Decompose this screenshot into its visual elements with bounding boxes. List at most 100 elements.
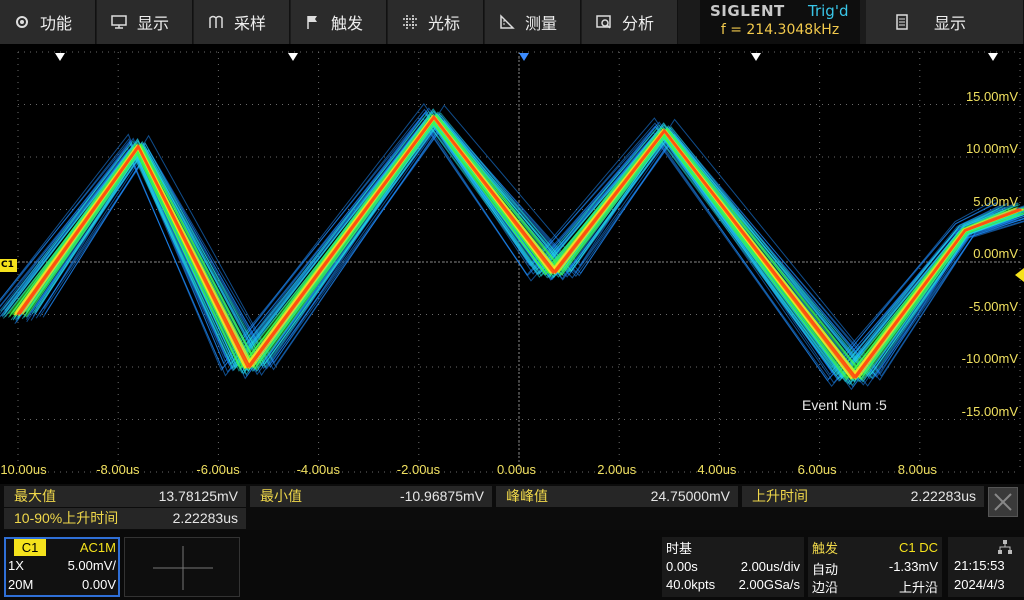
- brand-logo: SIGLENT: [710, 2, 785, 20]
- menu-trigger-label: 触发: [331, 14, 364, 33]
- status-bar: C1 AC1M 1X 5.00mV/ 20M 0.00V 时基 0.00s 2.…: [0, 530, 1024, 600]
- measurement-value: -10.96875mV: [399, 488, 484, 504]
- waveform-trace: [9, 119, 1012, 379]
- crosshair-icon: [153, 546, 213, 590]
- trigger-type: 边沿: [812, 580, 839, 595]
- menu-trigger-button[interactable]: 触发: [291, 0, 387, 44]
- x-tick-label: 6.00us: [797, 462, 837, 477]
- menu-analysis-label: 分析: [622, 14, 655, 33]
- monitor-icon: [111, 15, 127, 29]
- x-tick-label: -10.00us: [0, 462, 47, 477]
- y-tick-label: -5.00mV: [968, 298, 1018, 314]
- menu-analysis-button[interactable]: 分析: [582, 0, 678, 44]
- ruler-icon: [500, 14, 515, 29]
- x-tick-label: 8.00us: [897, 462, 937, 477]
- measurement-max[interactable]: 最大值 13.78125mV: [4, 486, 246, 507]
- waveform-trace: [3, 117, 1007, 379]
- trigger-panel[interactable]: 触发 C1 DC 自动 -1.33mV 边沿 上升沿: [808, 537, 942, 597]
- menu-cursor-label: 光标: [428, 14, 461, 33]
- measurement-peak-to-peak[interactable]: 峰峰值 24.75000mV: [496, 486, 738, 507]
- waveform-trace: [0, 110, 1002, 377]
- x-tick-label: 4.00us: [697, 462, 737, 477]
- document-icon: [896, 14, 908, 30]
- brand-status-panel: SIGLENT Trig'd f = 214.3048kHz: [700, 0, 860, 44]
- trigger-position-marker: [519, 53, 529, 61]
- trigger-source: C1 DC: [898, 540, 938, 555]
- y-tick-label: 5.00mV: [973, 193, 1018, 209]
- y-tick-label: 15.00mV: [965, 88, 1018, 104]
- time-position-marker: [751, 53, 761, 61]
- y-tick-label: 0.00mV: [973, 246, 1018, 261]
- channel-offset-marker[interactable]: C1: [0, 259, 17, 272]
- network-icon: [998, 540, 1012, 554]
- waveform-trace: [3, 116, 1006, 371]
- acquire-icon: [209, 15, 223, 28]
- menu-measure-button[interactable]: 测量: [485, 0, 581, 44]
- close-icon: [994, 493, 1012, 511]
- waveform-trace: [3, 117, 1006, 373]
- display-button[interactable]: 显示: [866, 0, 1024, 44]
- x-tick-label: 2.00us: [597, 462, 637, 477]
- x-tick-label: -8.00us: [96, 462, 140, 477]
- measurement-name: 最大值: [14, 488, 56, 504]
- menu-acquire-button[interactable]: 采样: [194, 0, 290, 44]
- measurement-10-90-rise-time[interactable]: 10-90%上升时间 2.22283us: [4, 508, 246, 529]
- timebase-memory: 40.0kpts: [666, 577, 716, 592]
- waveform-trace: [14, 116, 1018, 381]
- channel-1-panel[interactable]: C1 AC1M 1X 5.00mV/ 20M 0.00V: [4, 537, 120, 597]
- trigger-mode: 自动: [812, 562, 839, 577]
- measurement-value: 2.22283us: [910, 488, 976, 504]
- menu-cursor-button[interactable]: 光标: [388, 0, 484, 44]
- waveform-trace: [10, 113, 1013, 379]
- waveform-trace: [14, 114, 1017, 378]
- waveform-graticule: [0, 51, 1024, 473]
- trigger-title: 触发: [812, 541, 839, 556]
- channel-probe: 1X: [8, 558, 24, 573]
- measurement-min[interactable]: 最小值 -10.96875mV: [250, 486, 492, 507]
- measurement-value: 24.75000mV: [650, 488, 730, 504]
- menu-acquire-label: 采样: [234, 14, 267, 33]
- waveform-trace: [12, 115, 1015, 377]
- time-position-marker: [288, 53, 298, 61]
- timebase-scale: 2.00us/div: [740, 559, 800, 574]
- x-tick-label: -2.00us: [396, 462, 441, 477]
- channel-coupling: AC1M: [79, 540, 116, 555]
- frequency-counter: f = 214.3048kHz: [720, 22, 840, 38]
- measurement-name: 峰峰值: [506, 488, 548, 504]
- x-tick-label: 0.00us: [497, 462, 537, 477]
- display-button-label: 显示: [934, 14, 967, 33]
- time-position-marker: [988, 53, 998, 61]
- menu-display-button[interactable]: 显示: [97, 0, 193, 44]
- clock-panel: 21:15:53 2024/4/3: [948, 537, 1024, 597]
- clock-time: 21:15:53: [954, 558, 1005, 573]
- timebase-panel[interactable]: 时基 0.00s 2.00us/div 40.0kpts 2.00GSa/s: [662, 537, 804, 597]
- measurement-value: 13.78125mV: [158, 488, 238, 504]
- channel-scale: 5.00mV/: [67, 558, 116, 573]
- event-number: Event Num :5: [802, 397, 887, 413]
- timebase-title: 时基: [666, 541, 693, 556]
- x-tick-label: -6.00us: [196, 462, 240, 477]
- menu-display-label: 显示: [137, 14, 170, 33]
- top-menu-bar: 功能 显示 采样 触发 光标 测量 分析 SIGLENT Trig'd f = …: [0, 0, 1024, 44]
- measurement-bar: 最大值 13.78125mV 最小值 -10.96875mV 峰峰值 24.75…: [0, 484, 1024, 530]
- y-tick-label: 10.00mV: [965, 141, 1018, 156]
- measurement-name: 上升时间: [752, 488, 808, 504]
- x-tick-label: -4.00us: [296, 462, 340, 477]
- add-channel-slot[interactable]: [124, 537, 240, 597]
- trigger-level: -1.33mV: [888, 559, 938, 574]
- menu-function-button[interactable]: 功能: [0, 0, 96, 44]
- menu-function-label: 功能: [40, 14, 73, 33]
- measurement-close-button[interactable]: [988, 487, 1018, 517]
- measurement-name: 10-90%上升时间: [14, 510, 119, 526]
- channel-name: C1: [14, 539, 46, 556]
- timebase-delay: 0.00s: [666, 559, 698, 574]
- channel-offset: 0.00V: [82, 577, 116, 592]
- measurement-value: 2.22283us: [172, 510, 238, 526]
- timebase-sample-rate: 2.00GSa/s: [738, 577, 800, 592]
- gear-icon: [16, 16, 28, 28]
- trigger-level-marker[interactable]: [1015, 268, 1024, 282]
- waveform-area[interactable]: C1 -10.00us -8.00us -6.00us -4.00us -2.00us 0…: [0, 44, 1024, 484]
- y-tick-label: -15.00mV: [961, 403, 1018, 419]
- measurement-rise-time[interactable]: 上升时间 2.22283us: [742, 486, 984, 507]
- y-tick-label: -10.00mV: [961, 351, 1018, 366]
